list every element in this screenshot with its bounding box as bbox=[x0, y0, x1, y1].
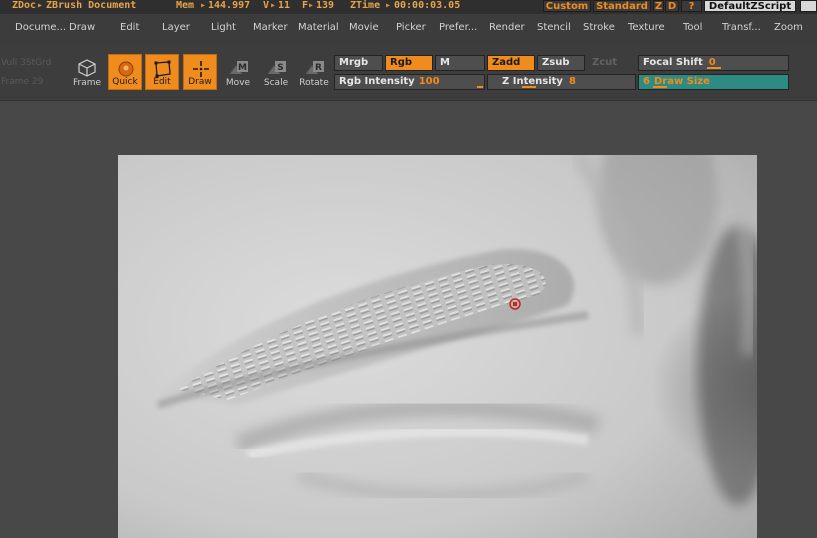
menu-stroke[interactable]: Stroke bbox=[583, 22, 615, 33]
menu-tool[interactable]: Tool bbox=[683, 22, 702, 33]
custom-ui-button[interactable]: Custom bbox=[543, 0, 591, 12]
face-value: 139 bbox=[316, 0, 335, 11]
quick-label: Quick bbox=[112, 77, 138, 87]
move-button[interactable]: M Move bbox=[221, 54, 255, 90]
menu-layer[interactable]: Layer bbox=[162, 22, 190, 33]
vertex-value: 11 bbox=[278, 0, 291, 11]
move-label: Move bbox=[225, 78, 251, 88]
menu-light[interactable]: Light bbox=[211, 22, 236, 33]
frame-label: Frame bbox=[72, 78, 102, 88]
menu-stencil[interactable]: Stencil bbox=[537, 22, 571, 33]
m-toggle[interactable]: M bbox=[435, 55, 485, 71]
rotate-label: Rotate bbox=[299, 78, 329, 88]
draw-button[interactable]: Draw bbox=[183, 54, 217, 90]
quick-sketch-icon bbox=[118, 61, 134, 77]
menu-zoom[interactable]: Zoom bbox=[774, 22, 803, 33]
zsub-toggle[interactable]: Zsub bbox=[537, 55, 585, 71]
quick-button[interactable]: Quick bbox=[108, 54, 142, 90]
svg-text:S: S bbox=[277, 63, 283, 73]
edit-button[interactable]: Edit bbox=[145, 54, 179, 90]
draw-crosshair-icon bbox=[193, 61, 209, 77]
ghost-label-bottom: Frame 29 bbox=[1, 77, 44, 87]
rotate-button[interactable]: R Rotate bbox=[297, 54, 331, 90]
menu-document[interactable]: Docume... bbox=[15, 22, 66, 33]
scale-button[interactable]: S Scale bbox=[259, 54, 293, 90]
mrgb-toggle[interactable]: Mrgb bbox=[334, 55, 383, 71]
z-button[interactable]: Z bbox=[653, 0, 664, 12]
ztime-value: 00:00:03.05 bbox=[394, 0, 461, 11]
rgb-intensity-label: Rgb Intensity bbox=[339, 76, 415, 87]
zcut-toggle[interactable]: Zcut bbox=[587, 55, 635, 71]
cube-icon bbox=[78, 59, 96, 77]
draw-size-value: 6 bbox=[643, 76, 650, 87]
sculpt-render-image bbox=[118, 155, 757, 538]
ztime-label: ZTime bbox=[350, 0, 381, 11]
standard-ui-button[interactable]: Standard bbox=[593, 0, 651, 12]
rgb-intensity-slider[interactable]: Rgb Intensity 100 bbox=[334, 74, 485, 90]
zdoc-menu[interactable]: ZDoc bbox=[12, 0, 36, 12]
scale-label: Scale bbox=[263, 78, 289, 88]
d-button[interactable]: D bbox=[665, 0, 679, 12]
focal-shift-indicator bbox=[707, 67, 721, 69]
rgb-intensity-value: 100 bbox=[418, 76, 440, 87]
zadd-toggle[interactable]: Zadd bbox=[487, 55, 535, 71]
rotate-icon: R bbox=[305, 61, 324, 75]
window-button[interactable] bbox=[800, 0, 817, 12]
focal-shift-label: Focal Shift bbox=[643, 57, 703, 68]
menu-movie[interactable]: Movie bbox=[349, 22, 379, 33]
rgb-intensity-indicator bbox=[477, 86, 483, 88]
menu-bar: Docume... Draw Edit Layer Light Marker M… bbox=[0, 14, 817, 42]
canvas-area[interactable] bbox=[0, 101, 817, 538]
z-intensity-indicator bbox=[522, 86, 536, 88]
edit-label: Edit bbox=[153, 77, 171, 87]
svg-text:M: M bbox=[238, 63, 247, 73]
mem-value: 144.997 bbox=[208, 0, 251, 11]
menu-material[interactable]: Material bbox=[298, 22, 339, 33]
mem-label: Mem bbox=[176, 0, 195, 11]
scale-icon: S bbox=[267, 61, 286, 75]
title-bar: ZDoc ▸ ZBrush Document Mem ▸ 144.997 V ▸… bbox=[0, 0, 817, 14]
help-button[interactable]: ? bbox=[681, 0, 702, 12]
draw-size-indicator bbox=[653, 86, 667, 88]
menu-render[interactable]: Render bbox=[489, 22, 525, 33]
edit-icon bbox=[154, 60, 171, 78]
document-title: ZBrush Document bbox=[46, 0, 137, 11]
menu-texture[interactable]: Texture bbox=[628, 22, 665, 33]
frame-button[interactable]: Frame bbox=[70, 54, 104, 90]
menu-marker[interactable]: Marker bbox=[253, 22, 288, 33]
z-intensity-value: 8 bbox=[568, 76, 576, 87]
menu-transform[interactable]: Transf... bbox=[722, 22, 761, 33]
draw-label: Draw bbox=[188, 77, 212, 87]
sculpt-document-canvas[interactable] bbox=[118, 155, 757, 538]
menu-preferences[interactable]: Prefer... bbox=[439, 22, 477, 33]
toolbar: Vull 3StGrd Frame 29 Frame Quick Edit Dr… bbox=[0, 42, 817, 101]
focal-shift-slider[interactable]: Focal Shift 0 bbox=[638, 55, 789, 71]
default-zscript-button[interactable]: DefaultZScript bbox=[704, 0, 796, 12]
draw-size-slider[interactable]: 6 Draw Size bbox=[638, 74, 789, 90]
menu-draw[interactable]: Draw bbox=[69, 22, 95, 33]
z-intensity-slider[interactable]: Z Intensity 8 bbox=[487, 74, 636, 90]
vertex-label: V bbox=[263, 0, 270, 11]
rgb-toggle[interactable]: Rgb bbox=[385, 55, 433, 71]
svg-text:R: R bbox=[315, 63, 322, 73]
move-icon: M bbox=[229, 61, 248, 75]
ghost-label-top: Vull 3StGrd bbox=[1, 58, 52, 68]
menu-edit[interactable]: Edit bbox=[120, 22, 139, 33]
menu-picker[interactable]: Picker bbox=[396, 22, 426, 33]
